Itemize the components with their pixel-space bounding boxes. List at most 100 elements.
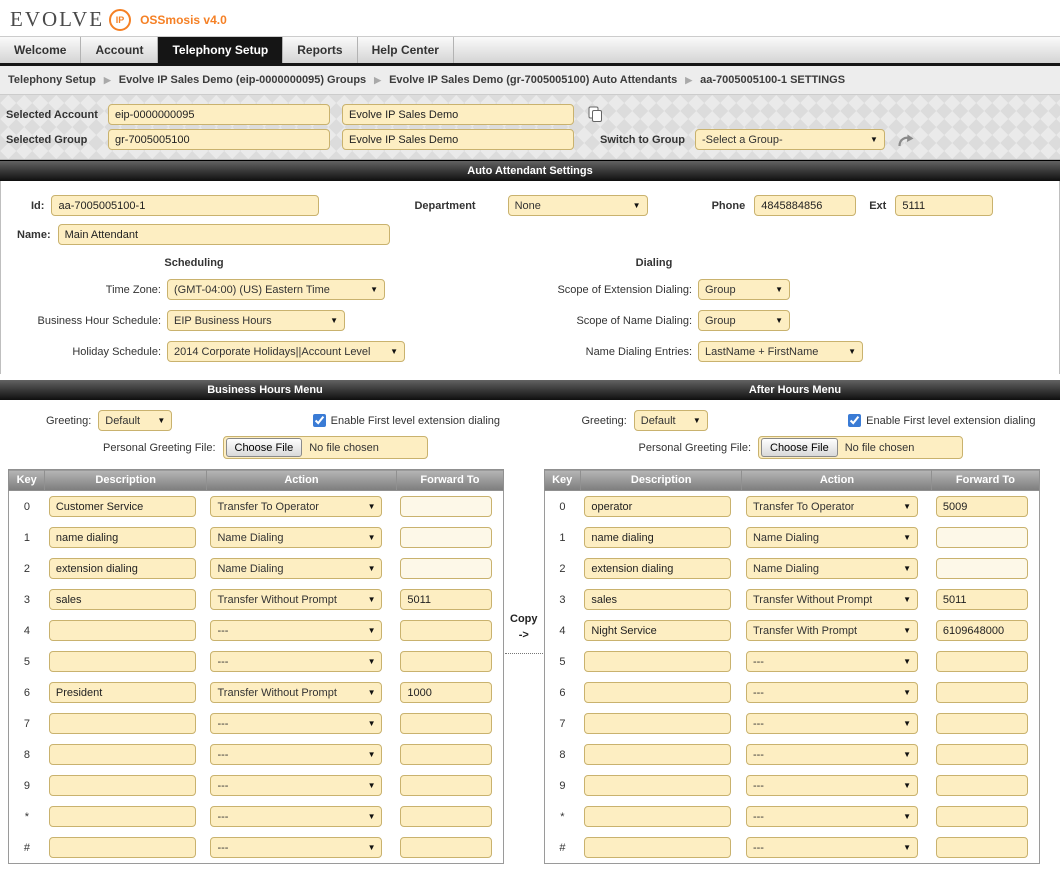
forward-to-input[interactable] <box>400 651 493 672</box>
description-input[interactable] <box>48 527 196 548</box>
choose-file-button[interactable]: Choose File <box>761 438 838 457</box>
description-input[interactable] <box>584 744 732 765</box>
group-id-field[interactable] <box>108 129 330 150</box>
holiday-schedule-select[interactable]: 2014 Corporate Holidays||Account Level ▼ <box>167 341 405 362</box>
forward-to-input[interactable] <box>400 558 493 579</box>
action-select[interactable]: --- ▼ <box>745 744 918 765</box>
forward-to-input[interactable] <box>935 620 1028 641</box>
tab-telephony-setup[interactable]: Telephony Setup <box>158 37 284 63</box>
bh-personal-greeting-file-field[interactable]: Choose File No file chosen <box>222 436 428 459</box>
description-input[interactable] <box>48 744 196 765</box>
forward-to-input[interactable] <box>935 496 1028 517</box>
action-select[interactable]: --- ▼ <box>745 713 918 734</box>
group-switch-select[interactable]: -Select a Group- ▼ <box>694 129 885 150</box>
ah-personal-greeting-file-field[interactable]: Choose File No file chosen <box>758 436 963 459</box>
action-select[interactable]: --- ▼ <box>210 620 383 641</box>
forward-to-input[interactable] <box>935 651 1028 672</box>
action-select[interactable]: Transfer Without Prompt ▼ <box>210 589 383 610</box>
action-select[interactable]: --- ▼ <box>210 651 383 672</box>
forward-to-input[interactable] <box>400 527 493 548</box>
tab-account[interactable]: Account <box>81 37 159 63</box>
action-select[interactable]: Transfer To Operator ▼ <box>210 496 383 517</box>
action-select[interactable]: Name Dialing ▼ <box>745 558 918 579</box>
copy-icon[interactable] <box>588 106 603 123</box>
name-dialing-entries-select[interactable]: LastName + FirstName ▼ <box>698 341 863 362</box>
action-select[interactable]: Name Dialing ▼ <box>745 527 918 548</box>
forward-to-input[interactable] <box>935 806 1028 827</box>
description-input[interactable] <box>48 682 196 703</box>
account-id-field[interactable] <box>108 104 330 125</box>
description-input[interactable] <box>584 620 732 641</box>
department-select[interactable]: None ▼ <box>507 195 648 216</box>
action-select[interactable]: Name Dialing ▼ <box>210 558 383 579</box>
action-select[interactable]: Name Dialing ▼ <box>210 527 383 548</box>
description-input[interactable] <box>584 713 732 734</box>
action-select[interactable]: --- ▼ <box>210 775 383 796</box>
description-input[interactable] <box>48 558 196 579</box>
scope-extension-dialing-select[interactable]: Group ▼ <box>698 279 790 300</box>
description-input[interactable] <box>48 496 196 517</box>
forward-to-input[interactable] <box>935 682 1028 703</box>
action-select[interactable]: --- ▼ <box>745 651 918 672</box>
description-input[interactable] <box>48 837 196 858</box>
action-select[interactable]: --- ▼ <box>210 806 383 827</box>
description-input[interactable] <box>584 558 732 579</box>
action-select[interactable]: --- ▼ <box>210 744 383 765</box>
description-input[interactable] <box>584 589 732 610</box>
business-hour-schedule-select[interactable]: EIP Business Hours ▼ <box>167 310 345 331</box>
description-input[interactable] <box>48 589 196 610</box>
action-select[interactable]: Transfer To Operator ▼ <box>745 496 918 517</box>
ah-greeting-select[interactable]: Default ▼ <box>633 410 708 431</box>
forward-to-input[interactable] <box>400 620 493 641</box>
forward-to-input[interactable] <box>400 775 493 796</box>
description-input[interactable] <box>48 713 196 734</box>
breadcrumb-item[interactable]: Telephony Setup <box>8 74 96 86</box>
forward-to-input[interactable] <box>400 837 493 858</box>
ext-input[interactable] <box>895 195 994 216</box>
action-select[interactable]: --- ▼ <box>745 837 918 858</box>
aa-id-input[interactable] <box>51 195 320 216</box>
forward-to-input[interactable] <box>400 713 493 734</box>
action-select[interactable]: Transfer With Prompt ▼ <box>745 620 918 641</box>
forward-to-input[interactable] <box>935 744 1028 765</box>
description-input[interactable] <box>584 682 732 703</box>
group-name-field[interactable] <box>342 129 574 150</box>
action-select[interactable]: Transfer Without Prompt ▼ <box>745 589 918 610</box>
forward-to-input[interactable] <box>935 775 1028 796</box>
copy-button[interactable]: Copy -> <box>505 611 543 654</box>
description-input[interactable] <box>48 775 196 796</box>
description-input[interactable] <box>48 806 196 827</box>
breadcrumb-item[interactable]: Evolve IP Sales Demo (gr-7005005100) Aut… <box>389 74 677 86</box>
action-select[interactable]: --- ▼ <box>745 682 918 703</box>
forward-to-input[interactable] <box>935 837 1028 858</box>
action-select[interactable]: --- ▼ <box>210 713 383 734</box>
description-input[interactable] <box>584 527 732 548</box>
forward-to-input[interactable] <box>935 713 1028 734</box>
scope-name-dialing-select[interactable]: Group ▼ <box>698 310 790 331</box>
tab-welcome[interactable]: Welcome <box>0 37 82 63</box>
choose-file-button[interactable]: Choose File <box>225 438 303 457</box>
bh-enable-first-level-checkbox[interactable] <box>312 414 326 427</box>
action-select[interactable]: --- ▼ <box>745 775 918 796</box>
forward-to-input[interactable] <box>400 744 493 765</box>
ah-enable-first-level-checkbox[interactable] <box>848 414 862 427</box>
forward-to-input[interactable] <box>400 682 493 703</box>
forward-to-input[interactable] <box>400 589 493 610</box>
description-input[interactable] <box>584 775 732 796</box>
tab-reports[interactable]: Reports <box>283 37 358 63</box>
description-input[interactable] <box>584 806 732 827</box>
forward-to-input[interactable] <box>935 527 1028 548</box>
action-select[interactable]: --- ▼ <box>210 837 383 858</box>
action-select[interactable]: Transfer Without Prompt ▼ <box>210 682 383 703</box>
aa-name-input[interactable] <box>57 224 390 245</box>
description-input[interactable] <box>584 837 732 858</box>
description-input[interactable] <box>584 496 732 517</box>
breadcrumb-item[interactable]: Evolve IP Sales Demo (eip-0000000095) Gr… <box>119 74 366 86</box>
forward-to-input[interactable] <box>935 589 1028 610</box>
description-input[interactable] <box>48 651 196 672</box>
bh-greeting-select[interactable]: Default ▼ <box>98 410 173 431</box>
description-input[interactable] <box>584 651 732 672</box>
forward-to-input[interactable] <box>400 496 493 517</box>
go-arrow-icon[interactable] <box>897 133 916 147</box>
forward-to-input[interactable] <box>400 806 493 827</box>
